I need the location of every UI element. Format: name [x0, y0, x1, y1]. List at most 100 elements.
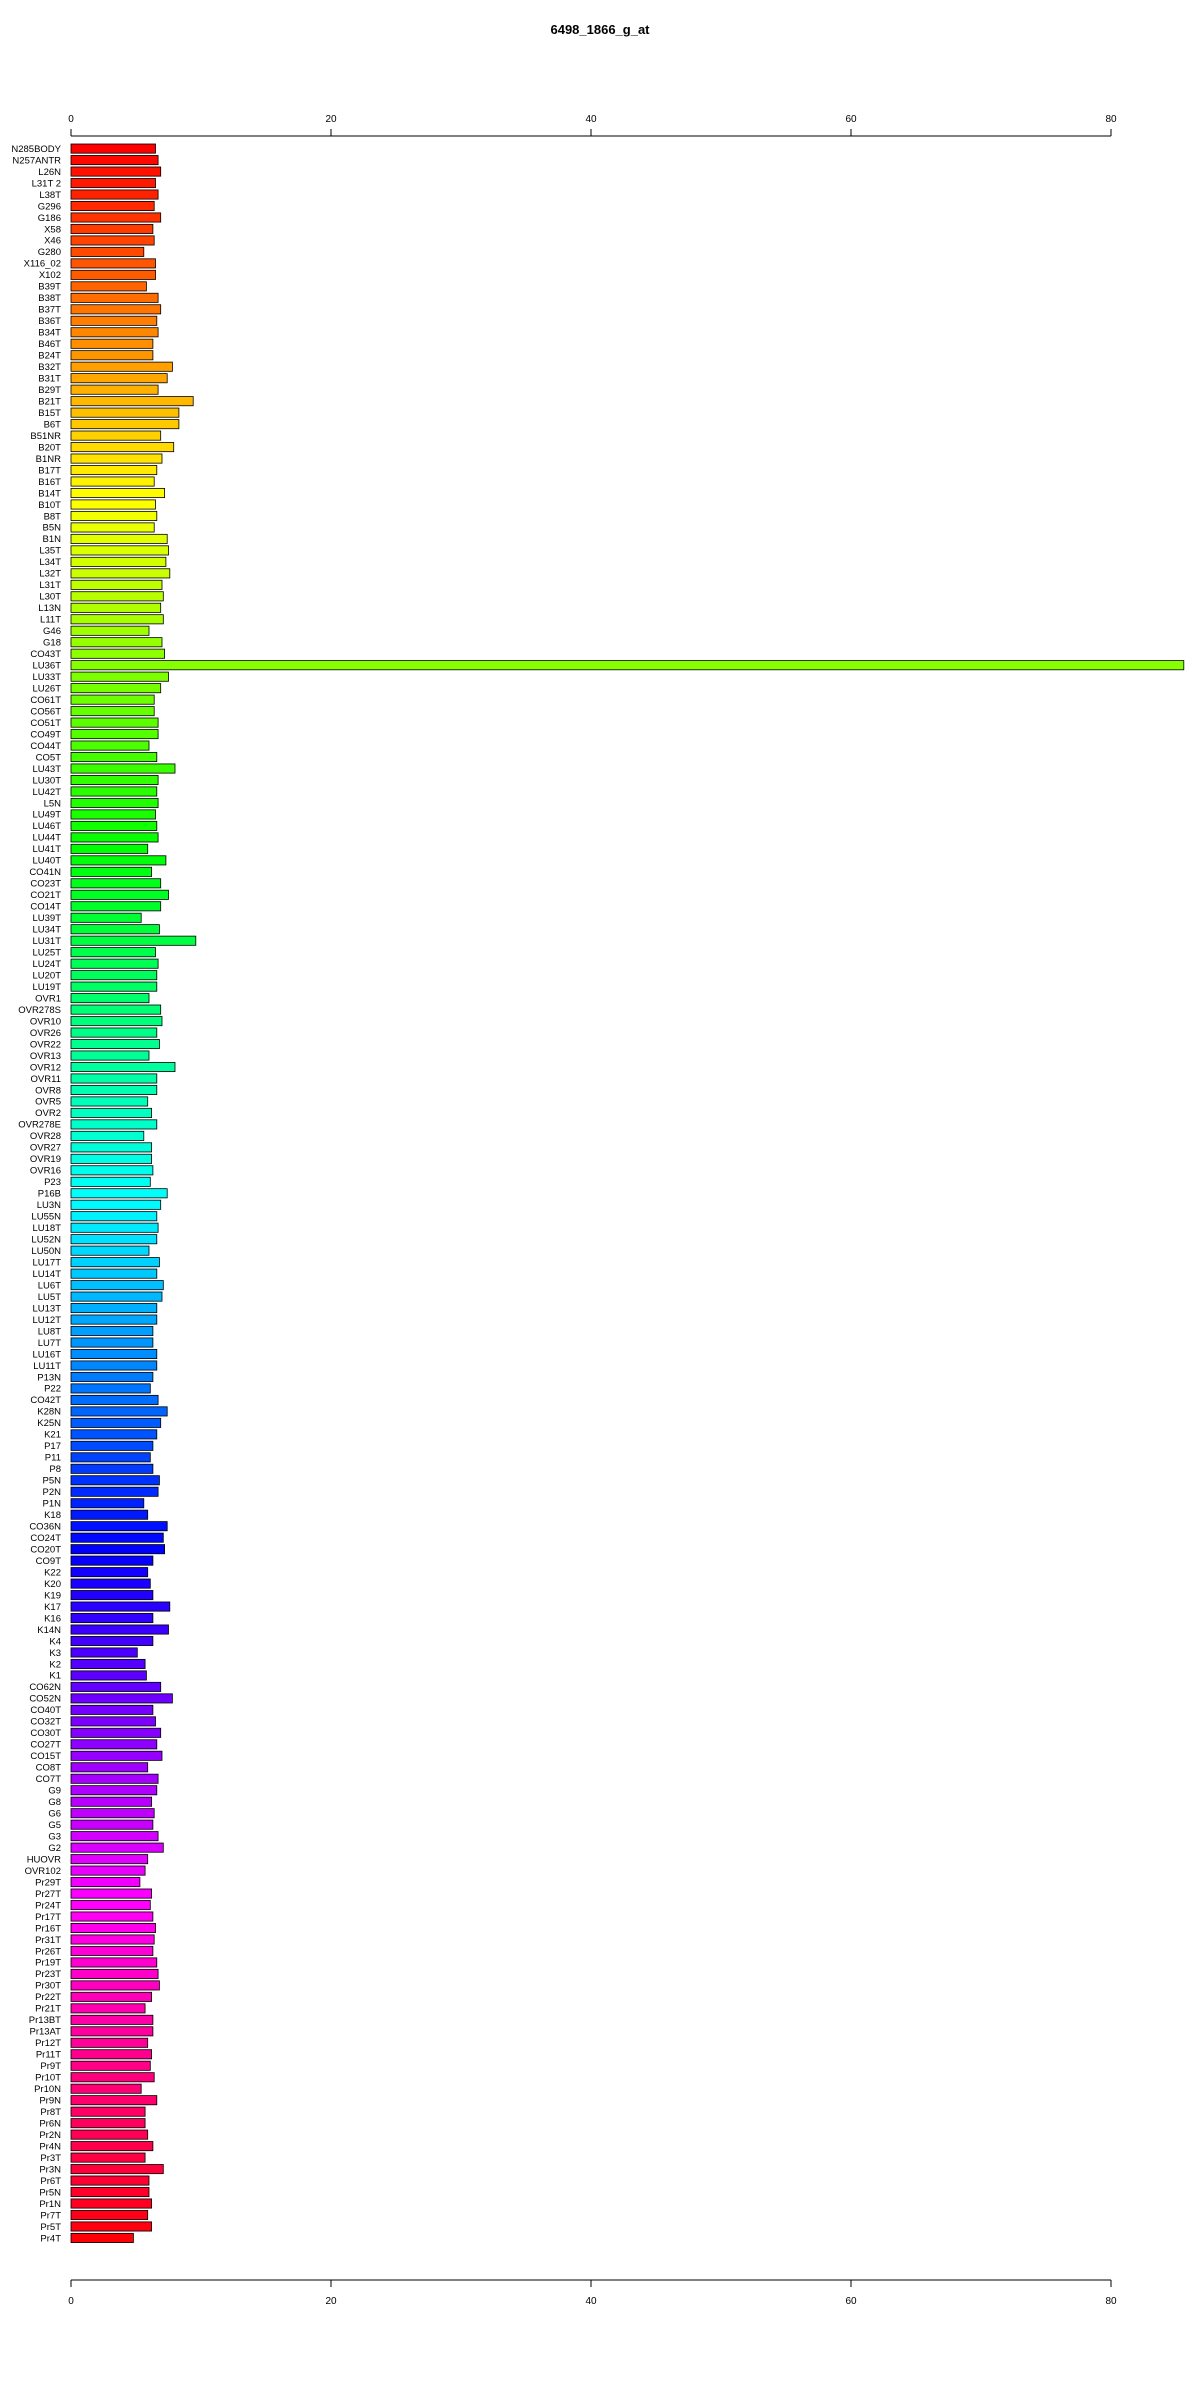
category-label: LU49T [32, 810, 61, 821]
bar-CO24T [70, 1532, 164, 1543]
category-label: CO7T [36, 1774, 62, 1785]
bar-OVR28 [70, 1130, 145, 1141]
category-label: LU26T [32, 683, 61, 694]
bar-P23 [70, 1176, 151, 1187]
bar-CO36N [70, 1521, 168, 1532]
category-label: Pr4N [39, 2141, 61, 2152]
category-label: CO62N [29, 1682, 61, 1693]
bar-LU41T [70, 843, 149, 854]
category-label: CO61T [30, 695, 61, 706]
category-label: LU41T [32, 844, 61, 855]
bar-LU11T [70, 1360, 158, 1371]
bar-LU42T [70, 786, 158, 797]
category-label: G296 [38, 201, 61, 212]
category-label: B29T [38, 385, 61, 396]
category-label: K28N [37, 1407, 61, 1418]
category-label: OVR278S [18, 1005, 61, 1016]
category-label: L31T 2 [32, 178, 61, 189]
bar-L26N [70, 166, 162, 177]
bar-B38T [70, 292, 159, 303]
bar-B51NR [70, 430, 162, 441]
category-label: CO8T [36, 1763, 62, 1774]
bar-OVR278E [70, 1119, 158, 1130]
x-tick-label-bottom: 0 [68, 2296, 74, 2307]
category-label: K3 [49, 1648, 61, 1659]
bar-G6 [70, 1808, 155, 1819]
category-label: LU25T [32, 948, 61, 959]
bar-K21 [70, 1429, 158, 1440]
bar-K18 [70, 1509, 149, 1520]
bar-Pr2N [70, 2129, 149, 2140]
category-label: CO56T [30, 706, 61, 717]
bar-CO56T [70, 706, 155, 717]
category-label: Pr3T [40, 2153, 61, 2164]
bar-Pr10N [70, 2083, 142, 2094]
bar-LU31T [70, 935, 197, 946]
category-label: Pr12T [35, 2038, 61, 2049]
category-label: P5N [43, 1476, 62, 1487]
bar-LU25T [70, 947, 156, 958]
category-label: G6 [48, 1809, 61, 1820]
bar-G18 [70, 637, 163, 648]
category-label: CO9T [36, 1556, 62, 1567]
bar-chart: 0 20 40 60 800 20 40 60 80 N285BODYN257ANTRL26NL… [11, 114, 1185, 2307]
bar-Pr27T [70, 1888, 152, 1899]
x-tick-label-bottom: 40 [585, 2296, 597, 2307]
bar-OVR11 [70, 1073, 158, 1084]
bar-OVR102 [70, 1865, 146, 1876]
bar-B5N [70, 522, 155, 533]
bar-LU6T [70, 1280, 164, 1291]
axes-layer: 0 20 40 60 80 0 20 40 60 80 [68, 114, 1117, 2307]
category-label: LU39T [32, 913, 61, 924]
category-label: Pr30T [35, 1981, 61, 1992]
bar-B39T [70, 281, 147, 292]
category-label: Pr8T [40, 2107, 61, 2118]
bar-B37T [70, 304, 162, 315]
category-label: LU18T [32, 1223, 61, 1234]
category-label: LU34T [32, 925, 61, 936]
bar-CO41N [70, 866, 152, 877]
category-label: L34T [39, 557, 61, 568]
bar-Pr13AT [70, 2026, 154, 2037]
bar-B6T [70, 419, 180, 430]
category-label: OVR12 [30, 1062, 61, 1073]
category-label: Pr7T [40, 2210, 61, 2221]
bar-LU20T [70, 970, 158, 981]
bar-L11T [70, 614, 164, 625]
bar-Pr19T [70, 1957, 158, 1968]
category-label: Pr6N [39, 2118, 61, 2129]
category-label: OVR11 [31, 1074, 61, 1085]
category-label: N285BODY [11, 144, 61, 155]
category-label: K21 [44, 1430, 61, 1441]
bar-LU46T [70, 820, 158, 831]
category-label: K25N [37, 1418, 61, 1429]
category-label: CO14T [30, 902, 61, 913]
category-label: CO44T [30, 741, 61, 752]
bar-B29T [70, 384, 159, 395]
category-label: K2 [49, 1659, 61, 1670]
bar-L5N [70, 797, 159, 808]
bar-LU49T [70, 809, 156, 820]
bar-B15T [70, 407, 180, 418]
category-labels: N285BODYN257ANTRL26NL31T 2L38TG296G186X5… [11, 144, 61, 2244]
x-tick-label-bottom: 60 [845, 2296, 857, 2307]
bar-Pr9N [70, 2095, 158, 2106]
category-label: LU31T [32, 936, 61, 947]
bar-B31T [70, 373, 168, 384]
category-label: G9 [48, 1786, 61, 1797]
category-label: B32T [38, 362, 61, 373]
category-label: Pr27T [35, 1889, 61, 1900]
category-label: LU52N [31, 1235, 61, 1246]
bar-L35T [70, 545, 169, 556]
bar-B21T [70, 396, 194, 407]
bar-P2N [70, 1486, 159, 1497]
category-label: B34T [38, 328, 61, 339]
category-label: LU20T [32, 970, 61, 981]
bar-LU12T [70, 1314, 158, 1325]
bar-X102 [70, 269, 156, 280]
bar-Pr9T [70, 2060, 151, 2071]
bar-Pr7T [70, 2209, 149, 2220]
category-label: LU40T [32, 856, 61, 867]
category-label: CO40T [30, 1705, 61, 1716]
bar-K22 [70, 1567, 149, 1578]
